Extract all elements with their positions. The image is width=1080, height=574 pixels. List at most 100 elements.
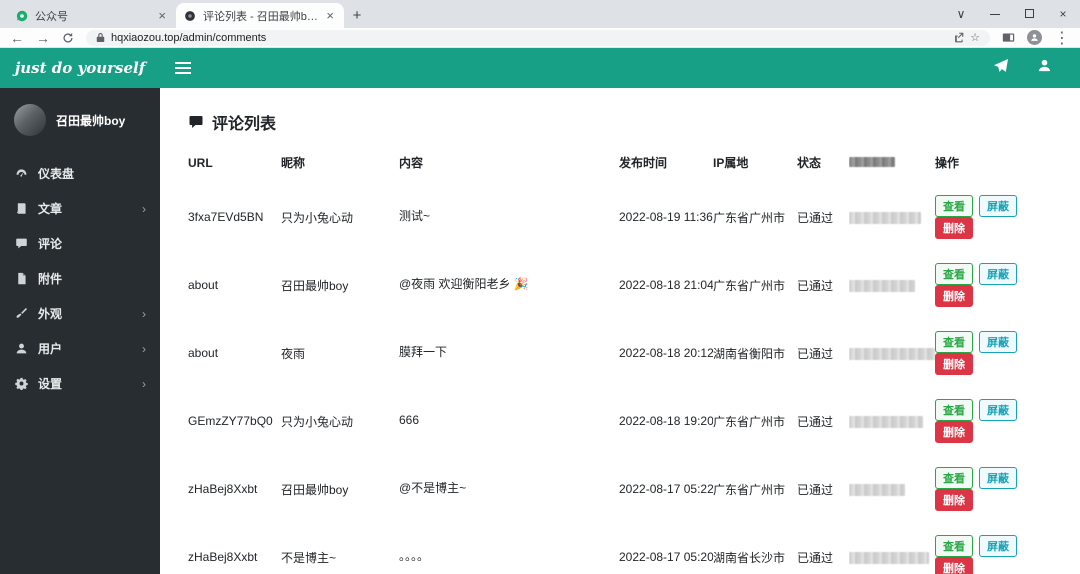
comments-table: URL 昵称 内容 发布时间 IP属地 状态 操作 3fxa7EVd5BN 只为小… bbox=[188, 144, 1056, 574]
reload-button[interactable] bbox=[62, 32, 74, 44]
sidebar-nav: 仪表盘 文章 › 评论 附件 外观 › 用户 › 设置 › bbox=[0, 156, 160, 401]
topbar-user-icon[interactable] bbox=[1037, 58, 1052, 78]
delete-button[interactable]: 删除 bbox=[935, 557, 973, 574]
cell-content: @不是博主~ bbox=[399, 481, 467, 496]
close-button[interactable]: × bbox=[1046, 7, 1080, 21]
redacted-email-block bbox=[849, 551, 929, 564]
cell-content: @夜雨 欢迎衡阳老乡 🎉 bbox=[399, 277, 529, 292]
tab-label: 公众号 bbox=[35, 10, 68, 23]
delete-button[interactable]: 删除 bbox=[935, 353, 973, 375]
delete-button[interactable]: 删除 bbox=[935, 285, 973, 307]
new-tab-button[interactable]: + bbox=[344, 3, 370, 28]
block-button[interactable]: 屏蔽 bbox=[979, 399, 1017, 421]
header-ip: IP属地 bbox=[713, 156, 749, 170]
view-button[interactable]: 查看 bbox=[935, 535, 973, 557]
table-row: about 夜雨 膜拜一下 2022-08-18 20:12 湖南省衡阳市 已通过 查看 屏蔽… bbox=[188, 319, 1056, 387]
dashboard-icon bbox=[14, 167, 28, 180]
cell-publish-time: 2022-08-17 05:20 bbox=[619, 550, 713, 564]
browser-tab[interactable]: 评论列表 - 召田最帅boy × bbox=[176, 3, 344, 28]
send-icon[interactable] bbox=[993, 58, 1009, 79]
window-controls: ∨ × bbox=[944, 0, 1080, 28]
block-button[interactable]: 屏蔽 bbox=[979, 263, 1017, 285]
sidebar-item-dashboard[interactable]: 仪表盘 bbox=[0, 156, 160, 191]
view-button[interactable]: 查看 bbox=[935, 331, 973, 353]
cell-publish-time: 2022-08-18 20:12 bbox=[619, 346, 713, 360]
site-logo: just do yourself bbox=[14, 59, 146, 77]
comments-table-body: 3fxa7EVd5BN 只为小兔心动 测试~ 2022-08-19 11:36 广东省广… bbox=[188, 183, 1056, 574]
cell-nickname: 不是博主~ bbox=[281, 550, 337, 565]
cell-status: 已通过 bbox=[797, 278, 834, 293]
maximize-button[interactable] bbox=[1012, 7, 1046, 21]
table-header-row: URL 昵称 内容 发布时间 IP属地 状态 操作 bbox=[188, 144, 1056, 183]
cell-url: about bbox=[188, 346, 219, 360]
sidebar-item-label: 文章 bbox=[38, 202, 63, 216]
table-row: 3fxa7EVd5BN 只为小兔心动 测试~ 2022-08-19 11:36 广东省广… bbox=[188, 183, 1056, 251]
cell-ip-location: 广东省广州市 bbox=[713, 210, 786, 225]
sidebar-item-settings[interactable]: 设置 › bbox=[0, 366, 160, 401]
back-button[interactable]: ← bbox=[10, 31, 24, 45]
cell-ip-location: 湖南省长沙市 bbox=[713, 550, 786, 565]
tab-search-chevron-icon[interactable]: ∨ bbox=[944, 7, 978, 21]
view-button[interactable]: 查看 bbox=[935, 195, 973, 217]
attachment-icon bbox=[14, 272, 28, 285]
sidebar-item-appearance[interactable]: 外观 › bbox=[0, 296, 160, 331]
forward-button[interactable]: → bbox=[36, 31, 50, 45]
cell-ip-location: 广东省广州市 bbox=[713, 278, 786, 293]
hamburger-menu-icon[interactable] bbox=[160, 48, 206, 88]
sidebar-item-comments[interactable]: 评论 bbox=[0, 226, 160, 261]
view-button[interactable]: 查看 bbox=[935, 263, 973, 285]
address-bar[interactable]: hqxiaozou.top/admin/comments ☆ bbox=[86, 29, 990, 46]
redacted-header-block bbox=[849, 156, 895, 167]
sidebar-item-attachments[interactable]: 附件 bbox=[0, 261, 160, 296]
redacted-email-block bbox=[849, 211, 921, 224]
cell-publish-time: 2022-08-18 21:04 bbox=[619, 278, 713, 292]
site-favicon bbox=[184, 9, 197, 22]
cell-ip-location: 湖南省衡阳市 bbox=[713, 346, 786, 361]
cell-url: zHaBej8Xxbt bbox=[188, 482, 258, 496]
tab-close-icon[interactable]: × bbox=[156, 8, 168, 23]
redacted-email-block bbox=[849, 347, 935, 360]
chevron-right-icon: › bbox=[142, 341, 146, 356]
header-status: 状态 bbox=[797, 156, 822, 170]
share-icon[interactable] bbox=[953, 32, 964, 43]
sidebar-item-label: 外观 bbox=[38, 307, 63, 321]
side-panel-icon[interactable] bbox=[1002, 31, 1015, 44]
cell-publish-time: 2022-08-19 11:36 bbox=[619, 210, 713, 224]
delete-button[interactable]: 删除 bbox=[935, 421, 973, 443]
redacted-email-block bbox=[849, 415, 923, 428]
browser-tab[interactable]: 公众号 × bbox=[8, 3, 176, 28]
cell-actions: 查看 屏蔽删除 bbox=[935, 183, 1056, 251]
block-button[interactable]: 屏蔽 bbox=[979, 195, 1017, 217]
view-button[interactable]: 查看 bbox=[935, 467, 973, 489]
delete-button[interactable]: 删除 bbox=[935, 217, 973, 239]
sidebar-item-label: 评论 bbox=[38, 237, 63, 251]
user-icon bbox=[14, 342, 28, 355]
cell-nickname: 只为小兔心动 bbox=[281, 414, 354, 429]
cell-content: 。。。。 bbox=[399, 549, 430, 564]
block-button[interactable]: 屏蔽 bbox=[979, 535, 1017, 557]
sidebar-item-articles[interactable]: 文章 › bbox=[0, 191, 160, 226]
tab-strip: 公众号 × 评论列表 - 召田最帅boy × + ∨ × bbox=[0, 0, 1080, 28]
cell-nickname: 夜雨 bbox=[281, 346, 306, 361]
sidebar-item-label: 设置 bbox=[38, 377, 63, 391]
bookmark-star-icon[interactable]: ☆ bbox=[970, 31, 980, 44]
browser-menu-icon[interactable]: ⋮ bbox=[1054, 28, 1070, 48]
cell-status: 已通过 bbox=[797, 346, 834, 361]
block-button[interactable]: 屏蔽 bbox=[979, 467, 1017, 489]
tab-close-icon[interactable]: × bbox=[324, 8, 336, 23]
cell-publish-time: 2022-08-18 19:20 bbox=[619, 414, 713, 428]
cell-status: 已通过 bbox=[797, 414, 834, 429]
cell-actions: 查看 屏蔽删除 bbox=[935, 387, 1056, 455]
minimize-button[interactable] bbox=[978, 7, 1012, 21]
header-time: 发布时间 bbox=[619, 156, 668, 170]
lock-icon bbox=[96, 32, 105, 43]
profile-avatar-icon[interactable] bbox=[1027, 30, 1042, 45]
block-button[interactable]: 屏蔽 bbox=[979, 331, 1017, 353]
cell-ip-location: 广东省广州市 bbox=[713, 414, 786, 429]
delete-button[interactable]: 删除 bbox=[935, 489, 973, 511]
sidebar-item-users[interactable]: 用户 › bbox=[0, 331, 160, 366]
cell-ip-location: 广东省广州市 bbox=[713, 482, 786, 497]
view-button[interactable]: 查看 bbox=[935, 399, 973, 421]
appearance-icon bbox=[14, 307, 28, 320]
comment-icon bbox=[189, 116, 203, 128]
